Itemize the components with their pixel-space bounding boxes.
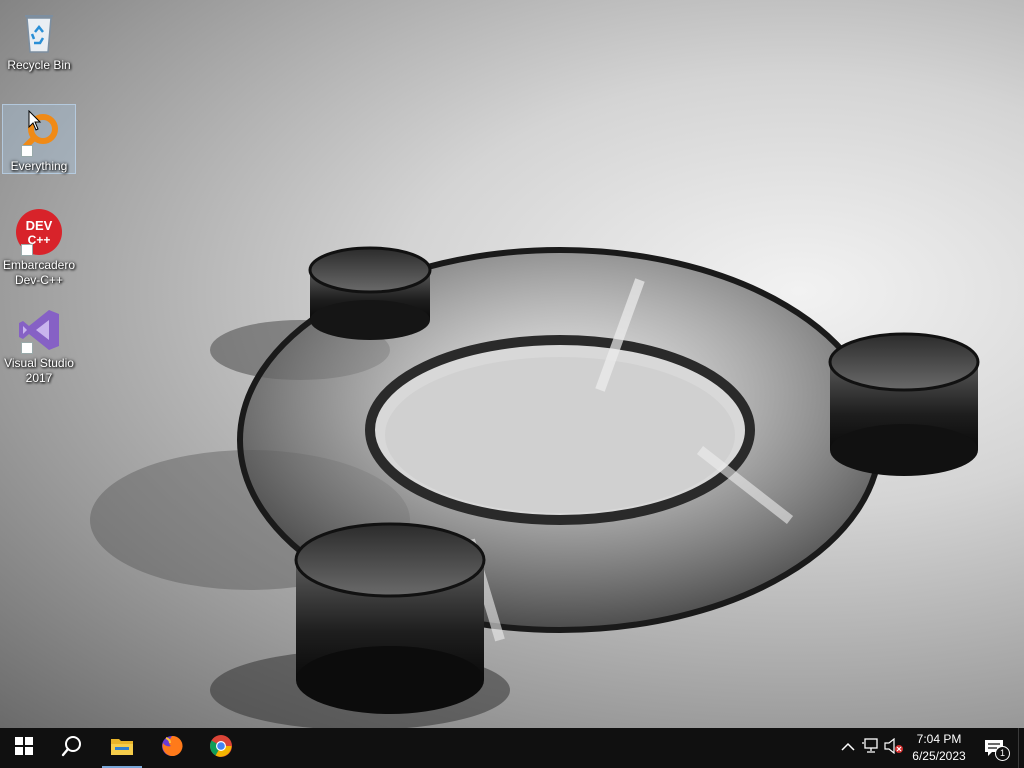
- devcpp-badge-line1: DEV: [26, 218, 53, 233]
- network-button[interactable]: [861, 737, 881, 759]
- chrome-icon: [209, 734, 233, 763]
- chrome-button[interactable]: [197, 728, 245, 768]
- recycle-bin-icon: [15, 8, 63, 56]
- taskbar: 7:04 PM 6/25/2023 1: [0, 728, 1024, 768]
- mouse-cursor-icon: [28, 110, 42, 131]
- notification-count: 1: [995, 746, 1010, 761]
- desktop-icon-recycle-bin[interactable]: Recycle Bin: [2, 4, 76, 76]
- search-button[interactable]: [48, 728, 96, 768]
- network-icon: [862, 737, 880, 759]
- visual-studio-icon: [15, 306, 63, 354]
- shortcut-arrow-icon: [21, 145, 33, 157]
- show-hidden-icons-button[interactable]: [838, 738, 858, 758]
- chevron-up-icon: [841, 739, 855, 757]
- search-icon: [61, 735, 83, 762]
- show-desktop-button[interactable]: [1018, 728, 1024, 768]
- start-button[interactable]: [0, 728, 48, 768]
- desktop-icon-label: Everything: [10, 159, 68, 173]
- clock-date: 6/25/2023: [912, 749, 966, 763]
- desktop-icon-devcpp[interactable]: DEV C++ Embarcadero Dev-C++: [2, 204, 76, 288]
- desktop-icon-label: Recycle Bin: [7, 58, 71, 72]
- action-center-button[interactable]: 1: [976, 728, 1016, 768]
- desktop-icon-visual-studio[interactable]: Visual Studio 2017: [2, 302, 76, 386]
- clock[interactable]: 7:04 PM 6/25/2023: [900, 731, 978, 765]
- file-explorer-button[interactable]: [98, 728, 146, 768]
- clock-time: 7:04 PM: [916, 732, 962, 746]
- desktop-icon-label: Embarcadero Dev-C++: [2, 258, 76, 287]
- wallpaper-glass-ring: [90, 246, 980, 728]
- shortcut-arrow-icon: [21, 342, 33, 354]
- shortcut-arrow-icon: [21, 244, 33, 256]
- desktop[interactable]: Recycle Bin Everything DEV C++ Embarcade…: [0, 0, 1024, 728]
- firefox-button[interactable]: [148, 728, 196, 768]
- desktop-icon-label: Visual Studio 2017: [4, 356, 74, 385]
- windows-logo-icon: [15, 736, 33, 760]
- notification-icon: 1: [984, 737, 1010, 761]
- firefox-icon: [160, 734, 184, 763]
- folder-icon: [110, 736, 134, 761]
- devcpp-icon: DEV C++: [15, 208, 63, 256]
